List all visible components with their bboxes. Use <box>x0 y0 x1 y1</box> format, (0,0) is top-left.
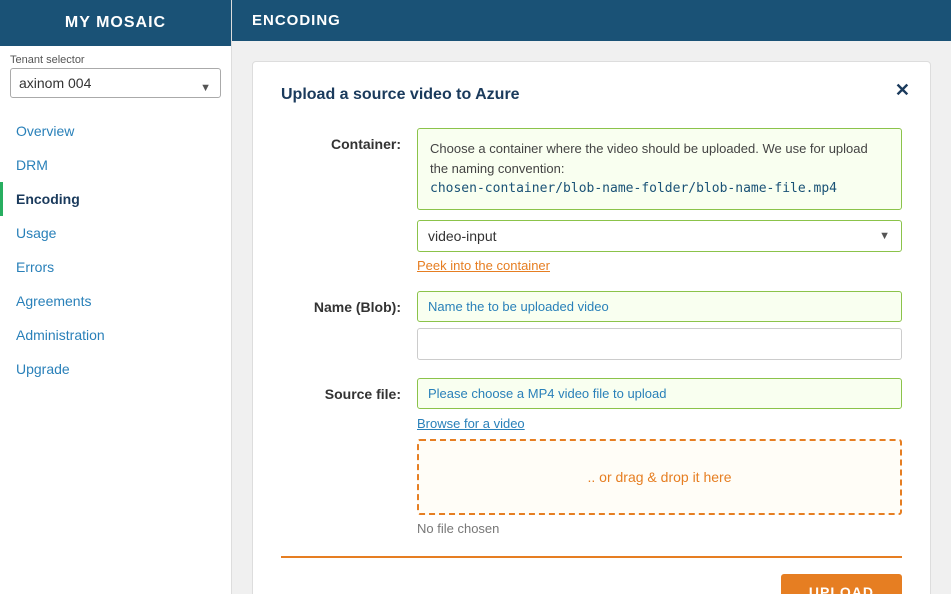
container-info-box: Choose a container where the video shoul… <box>417 128 902 210</box>
container-select-wrap: video-input video-output video-archive <box>417 220 902 252</box>
tenant-selector-wrap: axinom 004 axinom 001 axinom 002 <box>0 68 231 108</box>
name-field: Name the to be uploaded video <box>417 291 902 360</box>
nav-list: Overview DRM Encoding Usage Errors Agree… <box>0 108 231 392</box>
container-label: Container: <box>281 128 401 152</box>
top-bar-title: ENCODING <box>252 12 341 29</box>
sidebar-item-upgrade[interactable]: Upgrade <box>0 352 231 386</box>
sidebar-item-agreements[interactable]: Agreements <box>0 284 231 318</box>
upload-button[interactable]: UPLOAD <box>781 574 902 594</box>
content-area: Upload a source video to Azure ✕ Contain… <box>232 41 951 594</box>
name-hint-box: Name the to be uploaded video <box>417 291 902 322</box>
browse-link[interactable]: Browse for a video <box>417 416 525 431</box>
container-field: Choose a container where the video shoul… <box>417 128 902 273</box>
source-row: Source file: Please choose a MP4 video f… <box>281 378 902 536</box>
tenant-label: Tenant selector <box>0 46 231 68</box>
sidebar-title: MY MOSAIC <box>65 14 166 31</box>
name-label: Name (Blob): <box>281 291 401 315</box>
sidebar-item-drm[interactable]: DRM <box>0 148 231 182</box>
peek-link[interactable]: Peek into the container <box>417 258 550 273</box>
main-content: ENCODING Upload a source video to Azure … <box>232 0 951 594</box>
sidebar: MY MOSAIC Tenant selector axinom 004 axi… <box>0 0 232 594</box>
sidebar-item-usage[interactable]: Usage <box>0 216 231 250</box>
sidebar-item-administration[interactable]: Administration <box>0 318 231 352</box>
close-button[interactable]: ✕ <box>895 80 910 101</box>
sidebar-item-errors[interactable]: Errors <box>0 250 231 284</box>
no-file-label: No file chosen <box>417 521 902 536</box>
sidebar-header: MY MOSAIC <box>0 0 231 46</box>
upload-card: Upload a source video to Azure ✕ Contain… <box>252 61 931 594</box>
divider <box>281 556 902 558</box>
name-input[interactable] <box>417 328 902 360</box>
source-field: Please choose a MP4 video file to upload… <box>417 378 902 536</box>
drop-zone-label: .. or drag & drop it here <box>588 469 732 485</box>
source-label: Source file: <box>281 378 401 402</box>
top-bar: ENCODING <box>232 0 951 41</box>
container-row: Container: Choose a container where the … <box>281 128 902 273</box>
container-info-code: chosen-container/blob-name-folder/blob-n… <box>430 181 837 196</box>
card-title: Upload a source video to Azure <box>281 86 902 108</box>
tenant-selector[interactable]: axinom 004 axinom 001 axinom 002 <box>10 68 221 98</box>
upload-btn-wrap: UPLOAD <box>281 574 902 594</box>
container-select[interactable]: video-input video-output video-archive <box>417 220 902 252</box>
sidebar-item-encoding[interactable]: Encoding <box>0 182 231 216</box>
sidebar-item-overview[interactable]: Overview <box>0 114 231 148</box>
drop-zone[interactable]: .. or drag & drop it here <box>417 439 902 515</box>
source-hint-box: Please choose a MP4 video file to upload <box>417 378 902 409</box>
container-info-text: Choose a container where the video shoul… <box>430 141 868 176</box>
name-row: Name (Blob): Name the to be uploaded vid… <box>281 291 902 360</box>
